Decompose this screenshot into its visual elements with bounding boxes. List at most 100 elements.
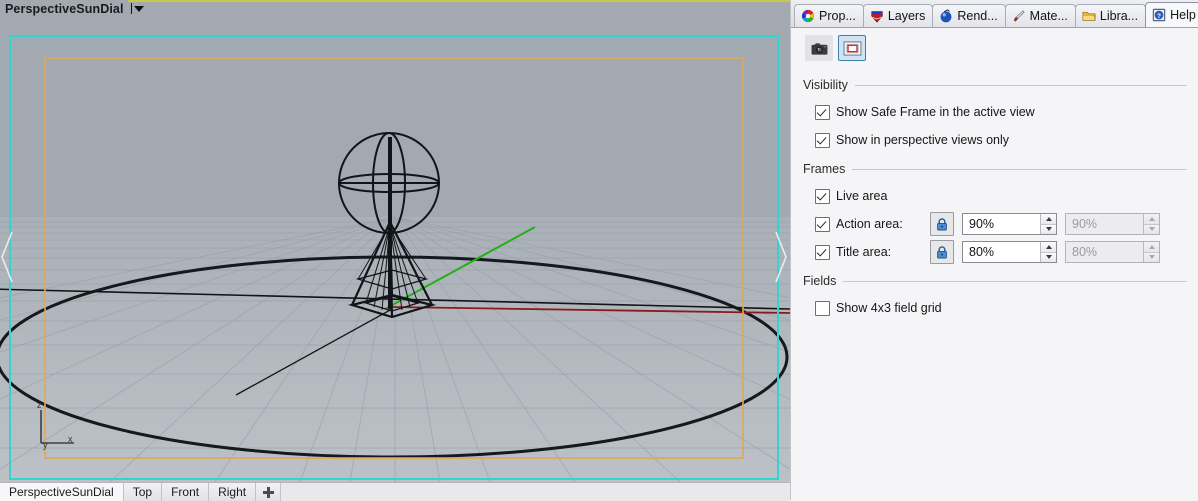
checkbox-field-grid[interactable] — [815, 301, 830, 316]
axis-label-z: z — [37, 400, 42, 410]
blue-sphere-icon — [939, 9, 953, 23]
tab-material[interactable]: Mate... — [1005, 4, 1076, 27]
spinner-down-button[interactable] — [1041, 252, 1056, 263]
action-area-lock-button[interactable] — [930, 212, 954, 236]
tab-label: Prop... — [819, 9, 856, 23]
arrow-down-icon — [1149, 255, 1155, 259]
spinner-value: 80% — [963, 242, 1040, 262]
svg-text:?: ? — [1157, 13, 1161, 20]
checkbox-label: Show Safe Frame in the active view — [836, 105, 1035, 119]
title-area-label: Title area: — [836, 245, 922, 259]
tab-properties[interactable]: Prop... — [794, 4, 864, 27]
action-area-primary-spinner[interactable]: 90% — [962, 213, 1057, 235]
lock-icon — [936, 246, 948, 259]
spinner-value: 90% — [963, 214, 1040, 234]
spinner-buttons — [1040, 242, 1056, 262]
row-title-area: Title area: 80% 80% — [803, 238, 1187, 266]
panel-tabstrip: Prop... Layers Rend... — [791, 0, 1198, 28]
checkbox-row-field-grid[interactable]: Show 4x3 field grid — [803, 294, 1187, 322]
color-wheel-icon — [801, 9, 815, 23]
checkbox-label: Live area — [836, 189, 887, 203]
spinner-up-button — [1144, 242, 1159, 252]
viewport-tab-perspectivesundial[interactable]: PerspectiveSunDial — [0, 483, 124, 501]
arrow-up-icon — [1046, 217, 1052, 221]
tab-help[interactable]: ? Help — [1145, 2, 1198, 27]
spinner-value: 90% — [1066, 214, 1143, 234]
spinner-value: 80% — [1066, 242, 1143, 262]
checkbox-action-area[interactable] — [815, 217, 830, 232]
checkbox-label: Show in perspective views only — [836, 133, 1009, 147]
viewport-tabbar: PerspectiveSunDial Top Front Right — [0, 482, 790, 501]
spinner-down-button — [1144, 224, 1159, 235]
viewport-tab-label: Right — [218, 485, 246, 499]
plus-icon — [263, 487, 274, 498]
arrow-down-icon — [1046, 255, 1052, 259]
checkbox-title-area[interactable] — [815, 245, 830, 260]
viewport-title-rule — [128, 0, 790, 2]
spinner-up-button — [1144, 214, 1159, 224]
viewport-tab-front[interactable]: Front — [162, 483, 209, 501]
action-area-secondary-spinner: 90% — [1065, 213, 1160, 235]
viewport-menu-button[interactable] — [131, 2, 144, 15]
title-area-primary-spinner[interactable]: 80% — [962, 241, 1057, 263]
spinner-down-button[interactable] — [1041, 224, 1056, 235]
viewport-tab-top[interactable]: Top — [124, 483, 162, 501]
checkbox-live-area[interactable] — [815, 189, 830, 204]
title-area-secondary-spinner: 80% — [1065, 241, 1160, 263]
axis-label-x: x — [68, 434, 73, 444]
viewport-tab-label: Top — [133, 485, 152, 499]
arrow-up-icon — [1149, 217, 1155, 221]
spinner-buttons — [1143, 214, 1159, 234]
add-viewport-tab-button[interactable] — [256, 483, 281, 501]
application-window: PerspectiveSunDial — [0, 0, 1198, 500]
action-area-label: Action area: — [836, 217, 922, 231]
folder-icon — [1082, 9, 1096, 23]
checkbox-perspective-only[interactable] — [815, 133, 830, 148]
tab-label: Layers — [888, 9, 926, 23]
chevron-down-icon — [134, 6, 144, 12]
help-clock-icon: ? — [1152, 8, 1166, 22]
3d-scene-svg: z y x — [0, 17, 790, 482]
spinner-up-button[interactable] — [1041, 214, 1056, 224]
group-title: Visibility — [803, 78, 855, 92]
spinner-buttons — [1040, 214, 1056, 234]
checkbox-label: Show 4x3 field grid — [836, 301, 942, 315]
spinner-buttons — [1143, 242, 1159, 262]
safe-frame-button[interactable] — [838, 35, 866, 61]
3d-viewport[interactable]: z y x — [0, 17, 790, 482]
title-area-lock-button[interactable] — [930, 240, 954, 264]
tab-label: Libra... — [1100, 9, 1138, 23]
camera-button[interactable] — [805, 35, 833, 61]
tab-layers[interactable]: Layers — [863, 4, 934, 27]
spinner-up-button[interactable] — [1041, 242, 1056, 252]
arrow-up-icon — [1149, 245, 1155, 249]
arrow-down-icon — [1149, 227, 1155, 231]
tab-library[interactable]: Libra... — [1075, 4, 1146, 27]
checkbox-row-perspective-only[interactable]: Show in perspective views only — [803, 126, 1187, 154]
checkbox-show-safe-frame[interactable] — [815, 105, 830, 120]
viewport-title: PerspectiveSunDial — [0, 2, 124, 16]
shield-icon — [870, 9, 884, 23]
group-rule — [852, 169, 1187, 170]
group-rule — [843, 281, 1187, 282]
checkbox-row-live-area[interactable]: Live area — [803, 182, 1187, 210]
tab-label: Rend... — [957, 9, 997, 23]
viewport-tab-label: Front — [171, 485, 199, 499]
viewport-tab-label: PerspectiveSunDial — [9, 485, 114, 499]
lock-icon — [936, 218, 948, 231]
row-action-area: Action area: 90% 90% — [803, 210, 1187, 238]
axis-label-y: y — [43, 440, 48, 450]
viewport-tab-right[interactable]: Right — [209, 483, 256, 501]
viewport-titlebar: PerspectiveSunDial — [0, 0, 790, 17]
camera-icon — [810, 41, 829, 56]
tab-render[interactable]: Rend... — [932, 4, 1005, 27]
group-fields-header: Fields — [803, 274, 1187, 288]
panel-toolbar — [791, 28, 1198, 64]
tab-label: Mate... — [1030, 9, 1068, 23]
spinner-down-button — [1144, 252, 1159, 263]
checkbox-row-show-safe-frame[interactable]: Show Safe Frame in the active view — [803, 98, 1187, 126]
group-rule — [855, 85, 1187, 86]
group-title: Frames — [803, 162, 852, 176]
safe-frame-icon — [843, 41, 862, 56]
arrow-up-icon — [1046, 245, 1052, 249]
